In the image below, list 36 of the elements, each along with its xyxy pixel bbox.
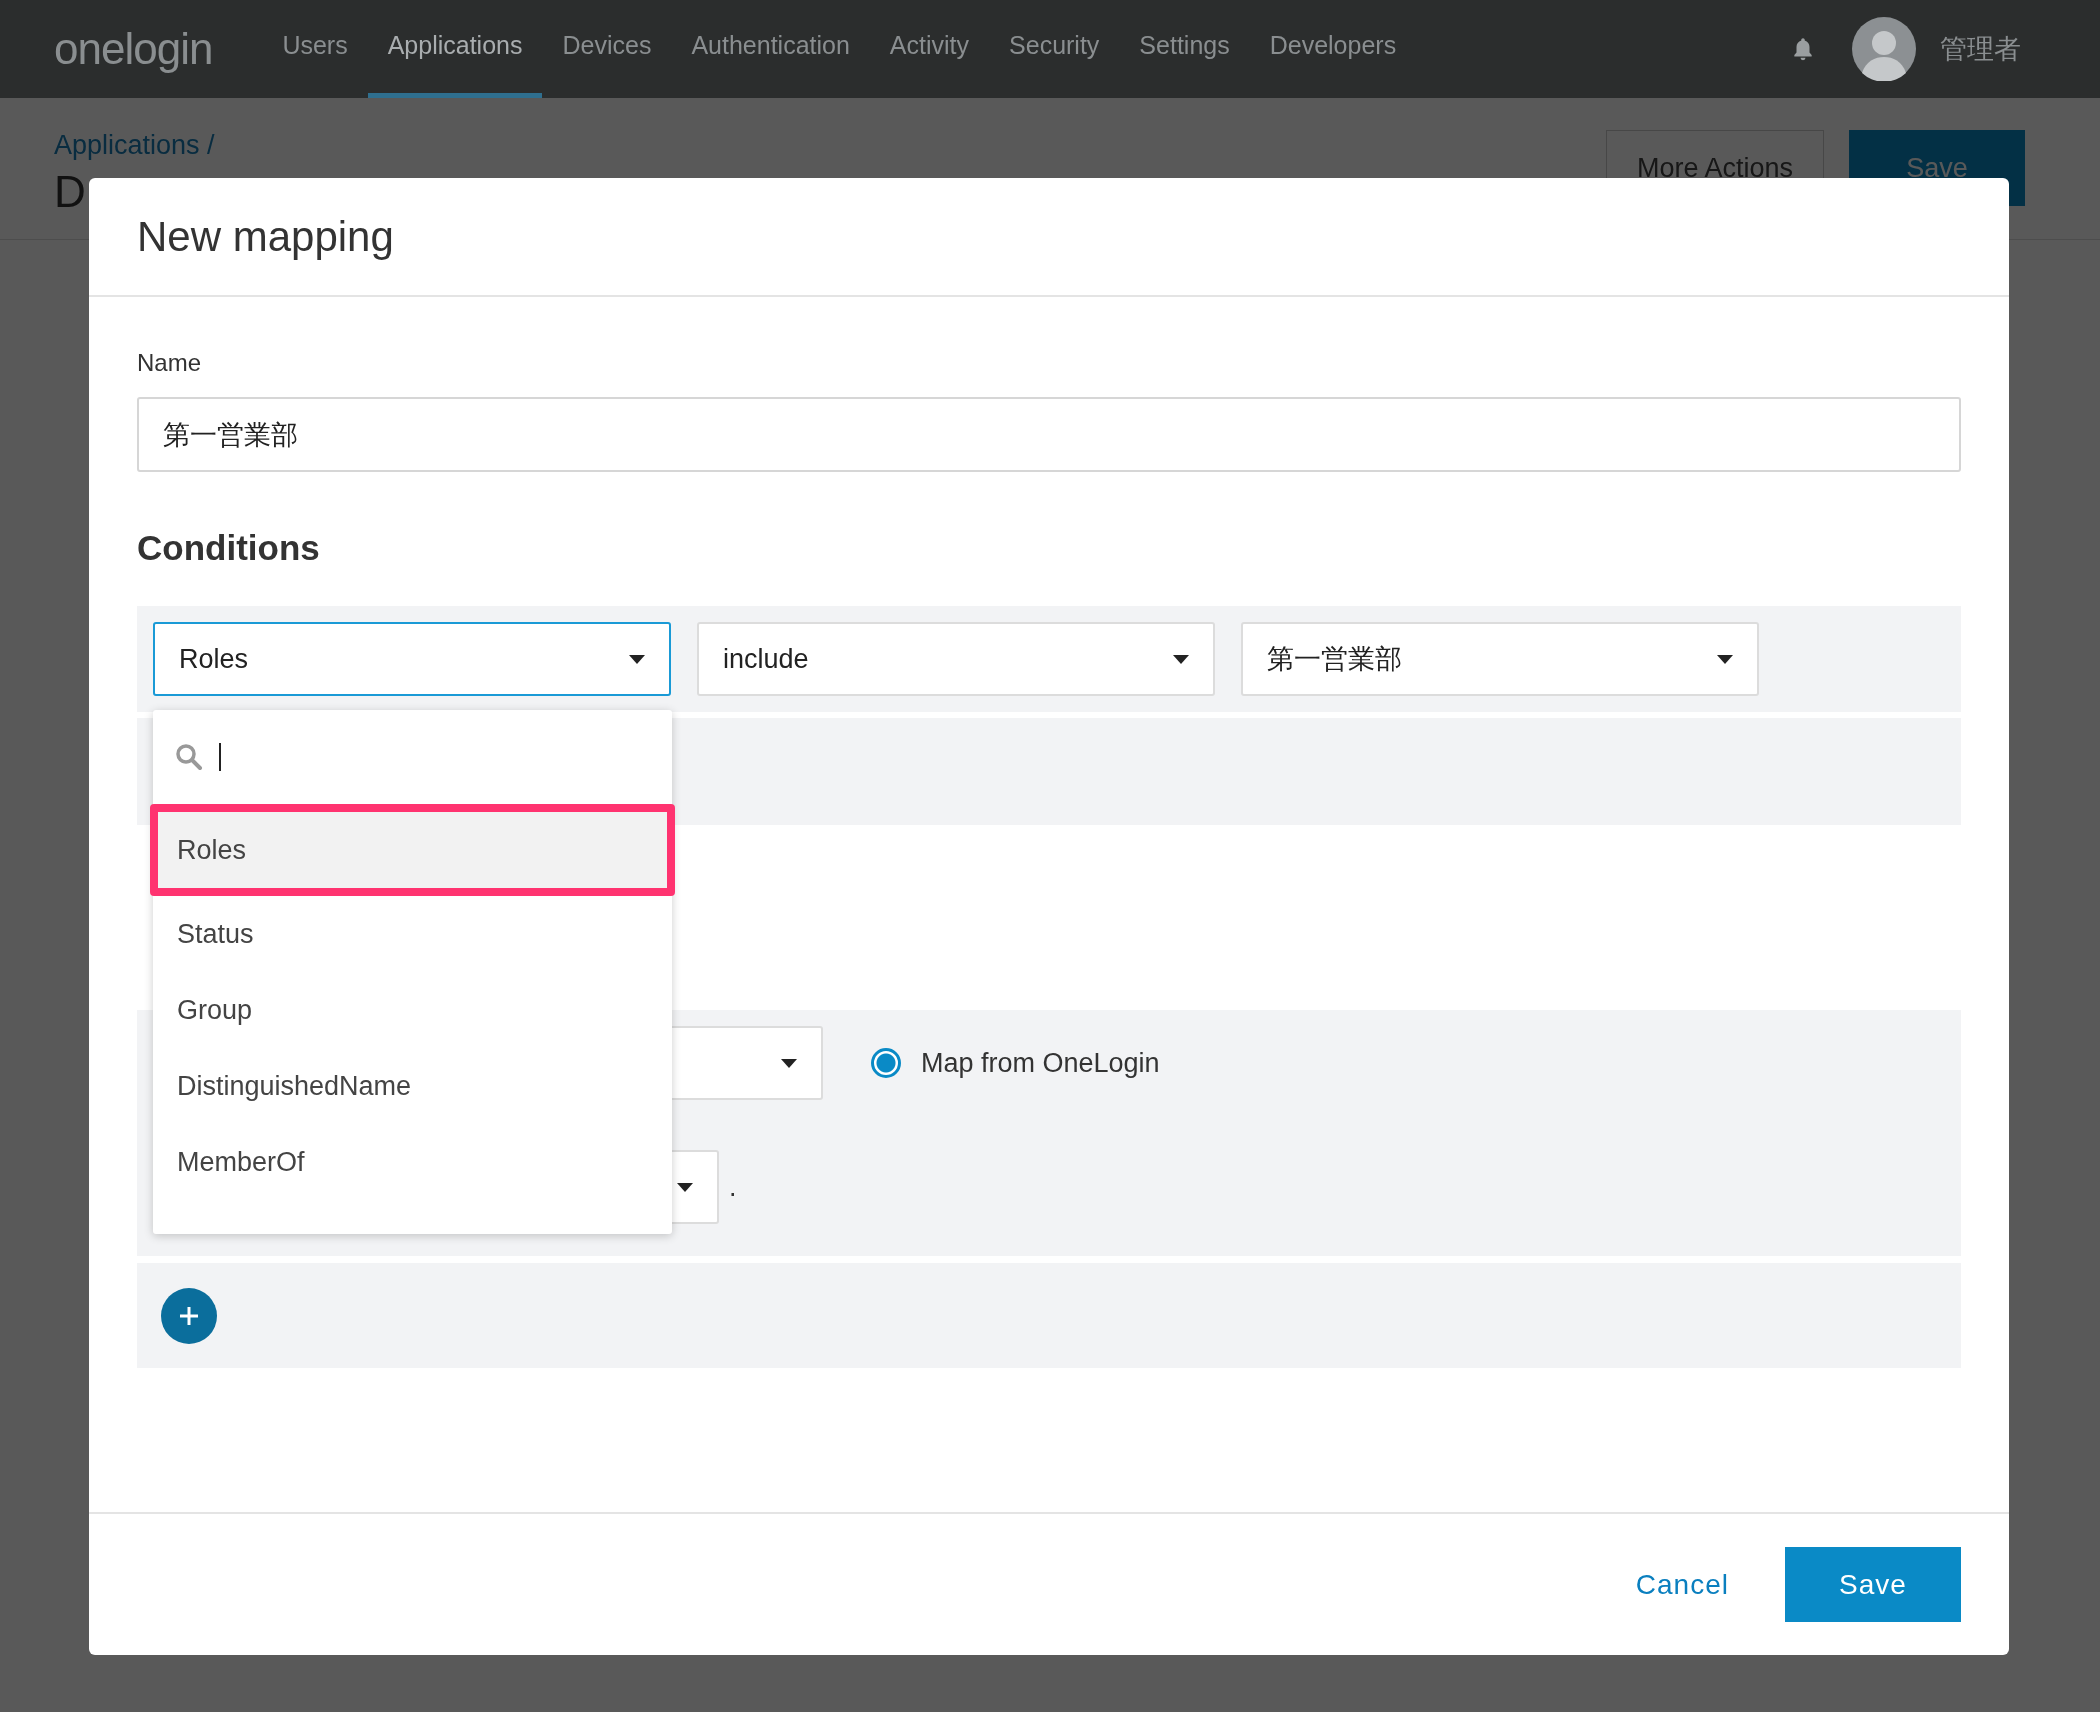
radio-button[interactable]	[871, 1048, 901, 1078]
nav-tab[interactable]: Activity	[869, 0, 990, 98]
field-select[interactable]: Roles	[153, 622, 671, 696]
cancel-button[interactable]: Cancel	[1629, 1567, 1735, 1602]
nav-tab[interactable]: Applications	[367, 0, 543, 98]
dropdown-option[interactable]: Group	[153, 972, 672, 1048]
dropdown-option[interactable]: Status	[153, 896, 672, 972]
value-select[interactable]: 第一営業部	[1241, 622, 1759, 696]
nav-tab[interactable]: Security	[989, 0, 1120, 98]
caret-icon	[1173, 654, 1189, 664]
nav-tab[interactable]: Devices	[542, 0, 672, 98]
radio-option[interactable]: Map from OneLogin	[871, 1047, 1160, 1079]
search-icon	[175, 743, 203, 771]
avatar-icon[interactable]	[1852, 17, 1916, 81]
field-label: Name	[137, 349, 202, 377]
modal-title: New mapping	[137, 212, 394, 261]
caret-icon	[629, 654, 645, 664]
nav-tab[interactable]: Developers	[1249, 0, 1417, 98]
page-title: D	[54, 167, 87, 217]
save-button[interactable]: Save	[1785, 1547, 1961, 1622]
plus-icon	[178, 1304, 200, 1327]
caret-icon	[781, 1058, 797, 1068]
section-heading: Conditions	[137, 528, 320, 568]
separator-text: .	[729, 1171, 737, 1203]
caret-icon	[677, 1182, 693, 1192]
logo[interactable]: onelogin	[54, 24, 213, 74]
nav-tab[interactable]: Users	[262, 0, 368, 98]
dropdown-option[interactable]: MemberOf	[153, 1124, 672, 1200]
dropdown-option[interactable]: DistinguishedName	[153, 1048, 672, 1124]
name-input-field[interactable]: 第一営業部	[137, 397, 1961, 472]
nav-tab[interactable]: Settings	[1119, 0, 1250, 98]
dropdown-option[interactable]: Roles	[150, 804, 675, 896]
operator-select[interactable]: include	[697, 622, 1215, 696]
caret-icon	[1717, 654, 1733, 664]
user-name[interactable]: 管理者	[1940, 31, 2021, 67]
nav-tab[interactable]: Authentication	[671, 0, 870, 98]
